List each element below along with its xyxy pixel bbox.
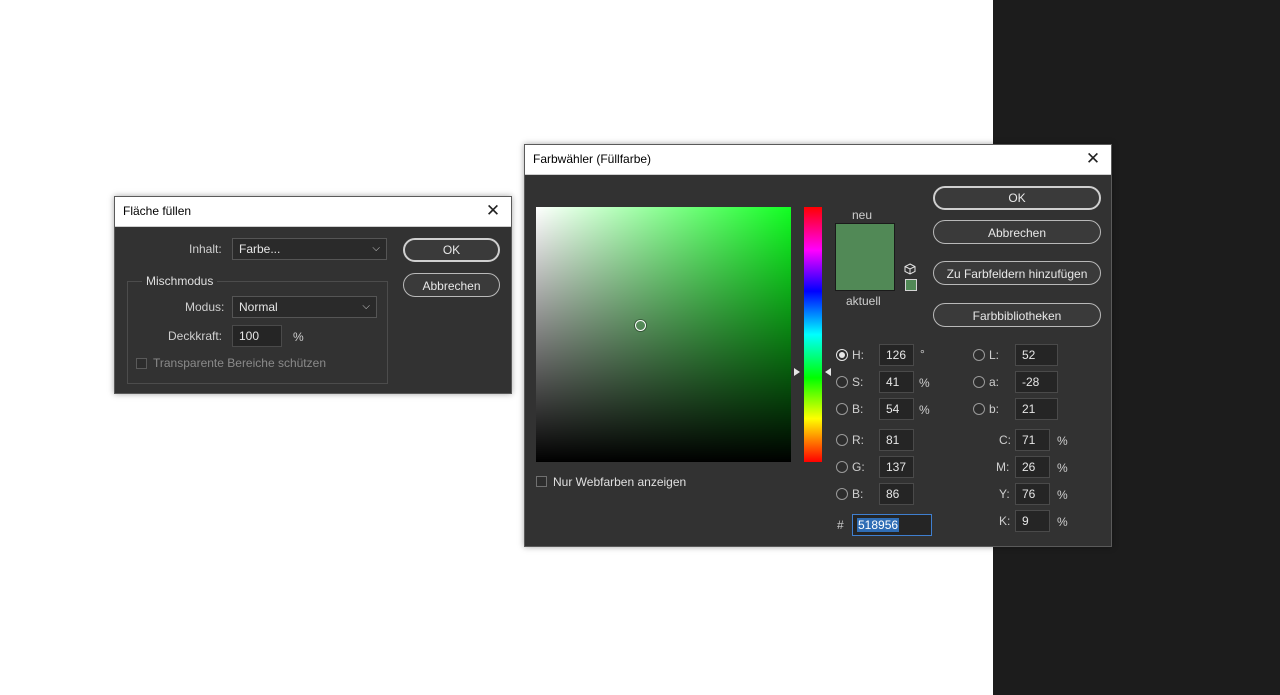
fill-dialog: Fläche füllen ✕ Inhalt: Farbe... ⌵ Misch…: [114, 196, 512, 394]
hex-input[interactable]: 518956: [852, 514, 932, 536]
s-unit: %: [919, 376, 930, 390]
g-radio[interactable]: [836, 461, 848, 473]
opacity-unit: %: [293, 330, 304, 344]
r-label: R:: [852, 433, 864, 447]
fill-dialog-title: Fläche füllen: [123, 204, 192, 218]
l-label: L:: [989, 348, 1000, 362]
s-radio[interactable]: [836, 376, 848, 388]
h-label: H:: [852, 348, 864, 362]
preserve-transparency-label: Transparente Bereiche schützen: [153, 356, 326, 370]
close-icon[interactable]: ✕: [1083, 147, 1103, 171]
lab-b-label: b:: [989, 402, 1000, 416]
mode-select[interactable]: Normal ⌵: [232, 296, 377, 318]
k-label: K:: [999, 514, 1011, 528]
web-safe-swatch[interactable]: [905, 279, 917, 291]
picker-ok-button[interactable]: OK: [933, 186, 1101, 210]
new-color-label: neu: [852, 208, 873, 222]
c-input[interactable]: 71: [1015, 429, 1050, 451]
preserve-transparency-checkbox[interactable]: [136, 358, 147, 369]
g-input[interactable]: 137: [879, 456, 914, 478]
picker-title: Farbwähler (Füllfarbe): [533, 152, 652, 166]
content-label: Inhalt:: [189, 242, 222, 256]
r-radio[interactable]: [836, 434, 848, 446]
opacity-input[interactable]: 100: [232, 325, 282, 347]
blue-label: B:: [852, 487, 864, 501]
g-label: G:: [852, 460, 865, 474]
h-radio[interactable]: [836, 349, 848, 361]
fill-cancel-button[interactable]: Abbrechen: [403, 273, 500, 297]
mode-select-value: Normal: [239, 300, 278, 314]
add-to-swatches-button[interactable]: Zu Farbfeldern hinzufügen: [933, 261, 1101, 285]
r-input[interactable]: 81: [879, 429, 914, 451]
h-unit: °: [920, 347, 925, 361]
saturation-brightness-field[interactable]: [536, 207, 791, 462]
fill-dialog-titlebar: Fläche füllen ✕: [115, 197, 511, 227]
c-label: C:: [999, 433, 1011, 447]
close-icon[interactable]: ✕: [483, 199, 503, 223]
hex-input-value: 518956: [857, 518, 900, 532]
blue-input[interactable]: 86: [879, 483, 914, 505]
l-radio[interactable]: [973, 349, 985, 361]
color-libraries-button[interactable]: Farbbibliotheken: [933, 303, 1101, 327]
hue-slider-left-handle[interactable]: [794, 368, 800, 376]
lab-b-input[interactable]: 21: [1015, 398, 1058, 420]
y-label: Y:: [999, 487, 1010, 501]
color-field-cursor[interactable]: [635, 320, 646, 331]
h-input[interactable]: 126: [879, 344, 914, 366]
fill-ok-button[interactable]: OK: [403, 238, 500, 262]
hex-label: #: [837, 518, 844, 532]
s-label: S:: [852, 375, 864, 389]
lab-b-radio[interactable]: [973, 403, 985, 415]
mode-label: Modus:: [185, 300, 225, 314]
brightness-input[interactable]: 54: [879, 398, 914, 420]
content-select[interactable]: Farbe... ⌵: [232, 238, 387, 260]
k-unit: %: [1057, 515, 1068, 529]
blend-group-label: Mischmodus: [142, 274, 218, 288]
picker-titlebar: Farbwähler (Füllfarbe) ✕: [525, 145, 1111, 175]
c-unit: %: [1057, 434, 1068, 448]
l-input[interactable]: 52: [1015, 344, 1058, 366]
hue-slider[interactable]: [804, 207, 822, 462]
current-color-swatch[interactable]: [835, 256, 895, 291]
s-input[interactable]: 41: [879, 371, 914, 393]
current-color-label: aktuell: [846, 294, 881, 308]
k-input[interactable]: 9: [1015, 510, 1050, 532]
a-radio[interactable]: [973, 376, 985, 388]
opacity-label: Deckkraft:: [168, 329, 223, 343]
chevron-down-icon: ⌵: [372, 243, 380, 254]
picker-cancel-button[interactable]: Abbrechen: [933, 220, 1101, 244]
m-unit: %: [1057, 461, 1068, 475]
brightness-label: B:: [852, 402, 864, 416]
chevron-down-icon: ⌵: [362, 301, 370, 312]
content-select-value: Farbe...: [239, 242, 281, 256]
a-input[interactable]: -28: [1015, 371, 1058, 393]
color-picker-dialog: Farbwähler (Füllfarbe) ✕ neu aktuell OK …: [524, 144, 1112, 547]
new-color-swatch: [835, 223, 895, 257]
m-label: M:: [996, 460, 1010, 474]
cube-icon[interactable]: [904, 263, 916, 275]
m-input[interactable]: 26: [1015, 456, 1050, 478]
y-unit: %: [1057, 488, 1068, 502]
brightness-radio[interactable]: [836, 403, 848, 415]
web-colors-checkbox[interactable]: [536, 476, 547, 487]
a-label: a:: [989, 375, 1000, 389]
web-colors-label: Nur Webfarben anzeigen: [553, 475, 687, 489]
y-input[interactable]: 76: [1015, 483, 1050, 505]
brightness-unit: %: [919, 403, 930, 417]
blue-radio[interactable]: [836, 488, 848, 500]
hue-slider-right-handle[interactable]: [825, 368, 831, 376]
